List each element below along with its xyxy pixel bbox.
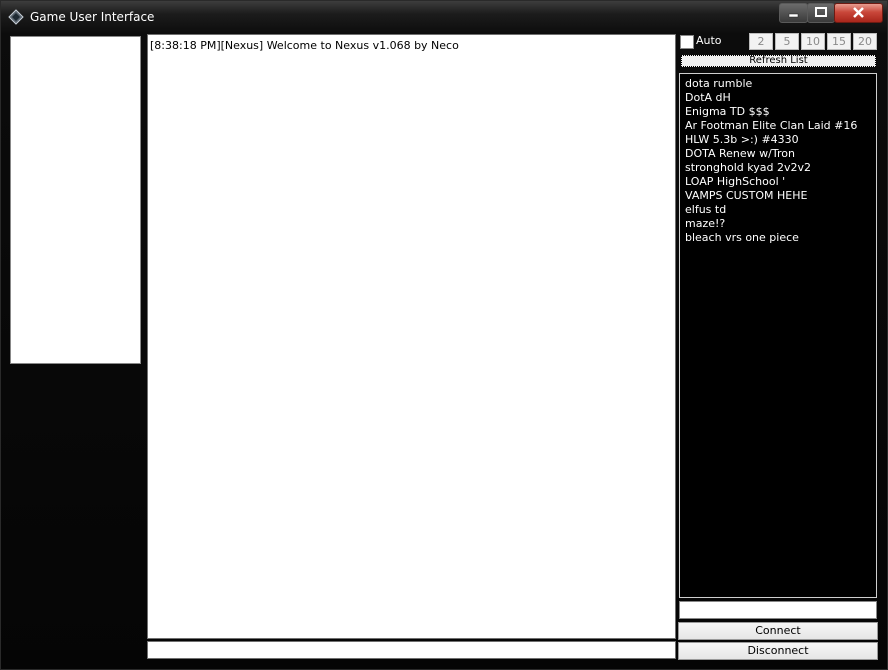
interval-button-2[interactable]: 2: [749, 33, 773, 50]
app-window: Game User Interface [8:38:18 PM][Nexus] …: [0, 0, 888, 670]
game-item[interactable]: Enigma TD $$$: [685, 105, 876, 119]
game-item[interactable]: DOTA Renew w/Tron: [685, 147, 876, 161]
chat-line: [8:38:18 PM][Nexus] Welcome to Nexus v1.…: [150, 39, 459, 52]
interval-button-20[interactable]: 20: [853, 33, 877, 50]
close-button[interactable]: [834, 3, 883, 23]
app-icon: [8, 9, 24, 25]
user-list[interactable]: [10, 36, 141, 364]
game-item[interactable]: bleach vrs one piece: [685, 231, 876, 245]
game-item[interactable]: HLW 5.3b >:) #4330: [685, 133, 876, 147]
maximize-button[interactable]: [807, 3, 835, 23]
chat-log[interactable]: [8:38:18 PM][Nexus] Welcome to Nexus v1.…: [147, 34, 676, 639]
disconnect-button[interactable]: Disconnect: [678, 642, 878, 660]
game-item[interactable]: elfus td: [685, 203, 876, 217]
auto-checkbox[interactable]: [680, 35, 694, 49]
connect-button[interactable]: Connect: [678, 622, 878, 640]
interval-button-5[interactable]: 5: [775, 33, 799, 50]
auto-label: Auto: [696, 34, 722, 47]
maximize-icon: [815, 7, 827, 17]
interval-button-10[interactable]: 10: [801, 33, 825, 50]
title-bar[interactable]: Game User Interface: [1, 1, 887, 33]
interval-button-15[interactable]: 15: [827, 33, 851, 50]
game-item[interactable]: LOAP HighSchool ': [685, 175, 876, 189]
game-item[interactable]: VAMPS CUSTOM HEHE: [685, 189, 876, 203]
minimize-button[interactable]: [779, 3, 808, 23]
game-item[interactable]: stronghold kyad 2v2v2: [685, 161, 876, 175]
window-title: Game User Interface: [30, 10, 155, 24]
close-icon: [853, 7, 864, 18]
refresh-list-button[interactable]: Refresh List: [681, 55, 876, 67]
game-list[interactable]: dota rumble DotA dH Enigma TD $$$ Ar Foo…: [679, 73, 877, 598]
game-item[interactable]: DotA dH: [685, 91, 876, 105]
game-item[interactable]: dota rumble: [685, 77, 876, 91]
game-item[interactable]: maze!?: [685, 217, 876, 231]
game-name-field[interactable]: [679, 601, 877, 619]
chat-input[interactable]: [147, 641, 676, 659]
minimize-icon: [788, 13, 799, 18]
game-item[interactable]: Ar Footman Elite Clan Laid #16: [685, 119, 876, 133]
